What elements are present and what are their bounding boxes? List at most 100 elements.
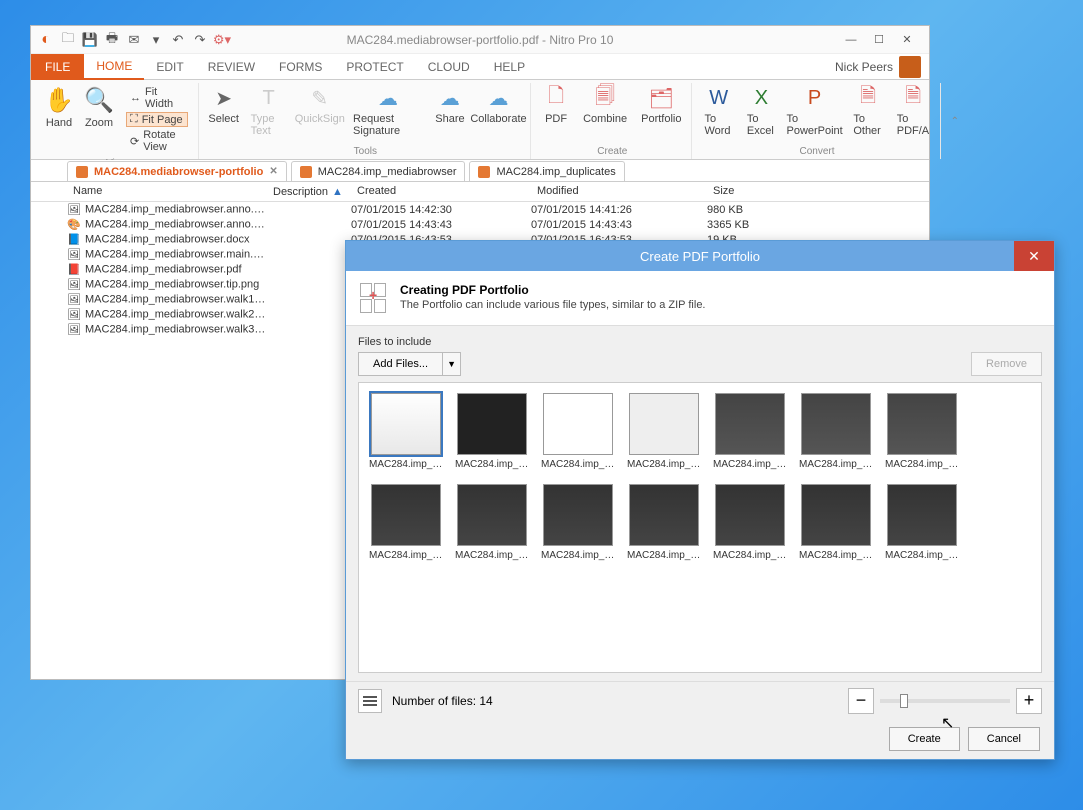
quicksign-button[interactable]: ✎QuickSign (297, 83, 343, 127)
slider-knob[interactable] (900, 694, 908, 708)
zoom-out-button[interactable]: − (848, 688, 874, 714)
pdf-button[interactable]: 🗋PDF (539, 83, 573, 127)
tab-cloud[interactable]: CLOUD (416, 54, 482, 80)
rotate-icon: ⟳ (130, 135, 139, 148)
to-word-button[interactable]: WTo Word (700, 83, 736, 139)
dropdown-icon[interactable]: ▾ (147, 31, 165, 49)
tab-review[interactable]: REVIEW (196, 54, 267, 80)
file-type-icon: 📘 (67, 233, 81, 245)
dialog-close-button[interactable]: ✕ (1014, 241, 1054, 271)
cancel-button[interactable]: Cancel (968, 727, 1040, 751)
collapse-ribbon-button[interactable]: ⌃ (943, 112, 967, 131)
thumbnail-item[interactable]: MAC284.imp_d... (799, 484, 873, 561)
thumbnail-preview (543, 484, 613, 546)
thumbnail-item[interactable]: MAC284.imp_d... (369, 484, 443, 561)
collaborate-button[interactable]: ☁Collaborate (473, 83, 524, 127)
col-modified[interactable]: Modified (531, 182, 707, 201)
document-tab[interactable]: MAC284.imp_mediabrowser (291, 161, 466, 181)
print-icon[interactable]: 🖶 (103, 31, 121, 49)
pdf-new-icon: 🗋 (543, 85, 569, 111)
redo-icon[interactable]: ↷ (191, 31, 209, 49)
minimize-button[interactable]: — (843, 32, 859, 48)
email-icon[interactable]: ✉ (125, 31, 143, 49)
document-tab[interactable]: MAC284.imp_duplicates (469, 161, 624, 181)
file-type-icon: 🖼 (67, 293, 81, 305)
file-row[interactable]: 🎨MAC284.imp_mediabrowser.anno.psd 07/01/… (67, 217, 929, 232)
document-tab[interactable]: MAC284.mediabrowser-portfolio ✕ (67, 161, 287, 181)
thumbnail-item[interactable]: MAC284.imp_d... (627, 393, 701, 470)
maximize-button[interactable]: ☐ (871, 32, 887, 48)
thumbnail-item[interactable]: MAC284.imp_d... (799, 393, 873, 470)
hand-tool-button[interactable]: ✋ Hand (42, 83, 76, 131)
to-powerpoint-button[interactable]: PTo PowerPoint (786, 83, 843, 139)
add-files-dropdown[interactable]: ▼ (443, 352, 461, 376)
thumbnail-item[interactable]: MAC284.imp_d... (885, 393, 959, 470)
tab-help[interactable]: HELP (482, 54, 537, 80)
zoom-slider[interactable] (880, 699, 1010, 703)
col-created[interactable]: Created (351, 182, 531, 201)
tab-file[interactable]: FILE (31, 54, 84, 80)
thumbnail-caption: MAC284.imp_d... (799, 550, 873, 561)
thumbnail-item[interactable]: MAC284.imp_d... (455, 484, 529, 561)
open-icon[interactable]: 🗀 (59, 31, 77, 49)
customize-icon[interactable]: ⚙▾ (213, 31, 231, 49)
share-button[interactable]: ☁Share (433, 83, 467, 127)
thumbnail-item[interactable]: MAC284.imp_d... (369, 393, 443, 470)
thumbnail-preview (543, 393, 613, 455)
pdf-tab-icon (478, 166, 490, 178)
tab-edit[interactable]: EDIT (144, 54, 195, 80)
zoom-in-button[interactable]: + (1016, 688, 1042, 714)
type-text-button[interactable]: TType Text (247, 83, 291, 139)
portfolio-header-icon: + (360, 283, 390, 313)
add-files-button[interactable]: Add Files... (358, 352, 443, 376)
dialog-footer: Create Cancel (346, 719, 1054, 759)
select-button[interactable]: ➤Select (207, 83, 241, 127)
thumbnail-item[interactable]: MAC284.imp_d... (885, 484, 959, 561)
ppt-icon: P (802, 85, 828, 111)
thumbnail-item[interactable]: MAC284.imp_d... (541, 393, 615, 470)
zoom-button[interactable]: 🔍 Zoom (82, 83, 116, 131)
thumbnail-caption: MAC284.imp_d... (713, 550, 787, 561)
thumbnail-item[interactable]: MAC284.imp_d... (713, 484, 787, 561)
cloud-sign-icon: ☁ (375, 85, 401, 111)
undo-icon[interactable]: ↶ (169, 31, 187, 49)
group-convert: WTo Word XTo Excel PTo PowerPoint 🗎To Ot… (694, 83, 940, 159)
thumbnail-item[interactable]: MAC284.imp_d... (713, 393, 787, 470)
convert-other-icon: 🗎 (855, 85, 881, 111)
save-icon[interactable]: 💾 (81, 31, 99, 49)
to-pdfa-button[interactable]: 🗎To PDF/A (893, 83, 934, 139)
to-excel-button[interactable]: XTo Excel (743, 83, 780, 139)
close-tab-icon[interactable]: ✕ (269, 166, 277, 177)
close-button[interactable]: ✕ (899, 32, 915, 48)
list-view-toggle[interactable] (358, 689, 382, 713)
cloud-share-icon: ☁ (437, 85, 463, 111)
tab-forms[interactable]: FORMS (267, 54, 334, 80)
col-name[interactable]: Name (67, 182, 267, 201)
col-description[interactable]: Description▲ (267, 182, 351, 201)
combine-button[interactable]: 🗐Combine (579, 83, 631, 127)
tab-protect[interactable]: PROTECT (334, 54, 415, 80)
file-type-icon: 🖼 (67, 278, 81, 290)
rotate-view-button[interactable]: ⟳Rotate View (126, 128, 188, 154)
fit-page-button[interactable]: ⛶Fit Page (126, 112, 188, 127)
dialog-heading: Creating PDF Portfolio (400, 283, 529, 297)
tab-home[interactable]: HOME (84, 54, 144, 80)
user-menu[interactable]: Nick Peers (827, 56, 929, 78)
fit-width-button[interactable]: ↔Fit Width (126, 85, 188, 111)
cursor-icon: ➤ (211, 85, 237, 111)
portfolio-button[interactable]: 🗂Portfolio (637, 83, 685, 127)
group-label-create: Create (597, 146, 627, 157)
thumbnail-preview (457, 393, 527, 455)
group-view: ✋ Hand 🔍 Zoom ↔Fit Width ⛶Fit Page ⟳Rota… (36, 83, 199, 159)
thumbnail-item[interactable]: MAC284.imp_d... (627, 484, 701, 561)
portfolio-icon: 🗂 (648, 85, 674, 111)
thumbnail-item[interactable]: MAC284.imp_d... (541, 484, 615, 561)
create-button[interactable]: Create (889, 727, 960, 751)
file-row[interactable]: 🖼MAC284.imp_mediabrowser.anno.png 07/01/… (67, 202, 929, 217)
request-signature-button[interactable]: ☁Request Signature (349, 83, 427, 139)
to-other-button[interactable]: 🗎To Other (849, 83, 886, 139)
thumbnail-caption: MAC284.imp_d... (885, 459, 959, 470)
col-size[interactable]: Size (707, 182, 929, 201)
remove-button[interactable]: Remove (971, 352, 1042, 376)
thumbnail-item[interactable]: MAC284.imp_d... (455, 393, 529, 470)
